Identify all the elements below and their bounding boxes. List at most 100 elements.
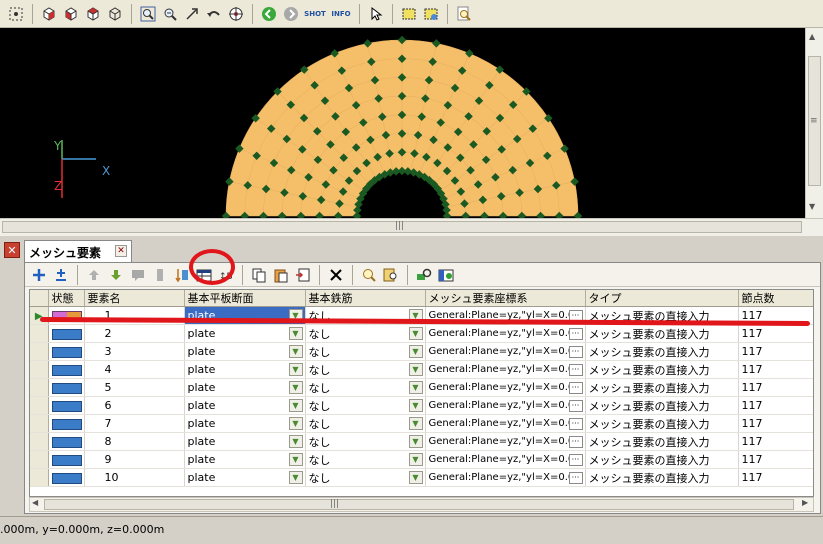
table-row[interactable]: 7 plate ▼ なし ▼ General:Plane=yz,"yl=X=0.0 ··· メ… <box>30 414 813 433</box>
select-all-icon[interactable] <box>6 4 26 24</box>
paste-icon[interactable] <box>271 265 291 285</box>
node-count-cell[interactable]: 117 <box>738 468 813 487</box>
model-viewport[interactable]: Y X Z <box>0 28 805 218</box>
dropdown-arrow-icon[interactable]: ▼ <box>408 399 423 412</box>
rebar-cell[interactable]: なし ▼ <box>305 468 426 487</box>
type-cell[interactable]: メッシュ要素の直接入力 <box>585 468 739 487</box>
select-rect-icon[interactable] <box>399 4 419 24</box>
element-name-cell[interactable]: 9 <box>84 450 185 469</box>
row-header[interactable] <box>30 324 49 343</box>
element-name-cell[interactable]: 6 <box>84 396 185 415</box>
rebar-cell[interactable]: なし ▼ <box>305 432 426 451</box>
section-cell[interactable]: plate ▼ <box>184 324 306 343</box>
more-icon[interactable]: ··· <box>568 399 583 412</box>
element-name-cell[interactable]: 8 <box>84 432 185 451</box>
table-row[interactable]: 5 plate ▼ なし ▼ General:Plane=yz,"yl=X=0.0 ··· メ… <box>30 378 813 397</box>
node-count-cell[interactable]: 117 <box>738 396 813 415</box>
add-icon[interactable] <box>29 265 49 285</box>
grid-icon[interactable] <box>436 265 456 285</box>
row-header[interactable] <box>30 378 49 397</box>
more-icon[interactable]: ··· <box>568 417 583 430</box>
section-cell[interactable]: plate ▼ <box>184 360 306 379</box>
back-icon[interactable] <box>259 4 279 24</box>
rebar-cell[interactable]: なし ▼ <box>305 396 426 415</box>
dropdown-arrow-icon[interactable]: ▼ <box>408 471 423 484</box>
more-icon[interactable]: ··· <box>568 381 583 394</box>
coord-cell[interactable]: General:Plane=yz,"yl=X=0.0 ··· <box>425 324 586 343</box>
node-count-cell[interactable]: 117 <box>738 378 813 397</box>
column-header-type[interactable]: タイプ <box>585 290 739 307</box>
link-icon[interactable] <box>414 265 434 285</box>
zoom-area-icon[interactable] <box>138 4 158 24</box>
dropdown-arrow-icon[interactable]: ▼ <box>408 345 423 358</box>
node-count-cell[interactable]: 117 <box>738 450 813 469</box>
coord-cell[interactable]: General:Plane=yz,"yl=X=0.0 ··· <box>425 450 586 469</box>
rebar-cell[interactable]: なし ▼ <box>305 324 426 343</box>
row-header[interactable] <box>30 396 49 415</box>
node-count-cell[interactable]: 117 <box>738 342 813 361</box>
node-count-cell[interactable]: 117 <box>738 414 813 433</box>
section-cell[interactable]: plate ▼ <box>184 450 306 469</box>
type-cell[interactable]: メッシュ要素の直接入力 <box>585 324 739 343</box>
dropdown-arrow-icon[interactable]: ▼ <box>288 417 303 430</box>
column-header-section[interactable]: 基本平板断面 <box>184 290 306 307</box>
coord-cell[interactable]: General:Plane=yz,"yl=X=0.0 ··· <box>425 468 586 487</box>
element-name-cell[interactable]: 3 <box>84 342 185 361</box>
more-icon[interactable]: ··· <box>568 345 583 358</box>
more-icon[interactable]: ··· <box>568 453 583 466</box>
dropdown-arrow-icon[interactable]: ▼ <box>288 381 303 394</box>
coord-cell[interactable]: General:Plane=yz,"yl=X=0.0 ··· <box>425 360 586 379</box>
row-header[interactable] <box>30 342 49 361</box>
coord-cell[interactable]: General:Plane=yz,"yl=X=0.0 ··· <box>425 414 586 433</box>
section-cell[interactable]: plate ▼ <box>184 414 306 433</box>
element-name-cell[interactable]: 2 <box>84 324 185 343</box>
section-cell[interactable]: plate ▼ <box>184 396 306 415</box>
rebar-cell[interactable]: なし ▼ <box>305 360 426 379</box>
info-icon[interactable]: INFO <box>329 4 353 24</box>
element-name-cell[interactable]: 5 <box>84 378 185 397</box>
table-row[interactable]: 10 plate ▼ なし ▼ General:Plane=yz,"yl=X=0.0 ···… <box>30 468 813 487</box>
comment-icon[interactable] <box>128 265 148 285</box>
row-header[interactable] <box>30 450 49 469</box>
tab-mesh-elements[interactable]: メッシュ要素 ✕ <box>24 240 133 262</box>
element-name-cell[interactable]: 10 <box>84 468 185 487</box>
dropdown-arrow-icon[interactable]: ▼ <box>408 435 423 448</box>
column-header-coord[interactable]: メッシュ要素座標系 <box>425 290 586 307</box>
dropdown-arrow-icon[interactable]: ▼ <box>288 399 303 412</box>
type-cell[interactable]: メッシュ要素の直接入力 <box>585 450 739 469</box>
move-up-icon[interactable] <box>84 265 104 285</box>
dropdown-arrow-icon[interactable]: ▼ <box>288 345 303 358</box>
zoom-out-icon[interactable] <box>160 4 180 24</box>
table-row[interactable]: 3 plate ▼ なし ▼ General:Plane=yz,"yl=X=0.0 ··· メ… <box>30 342 813 361</box>
table-row[interactable]: 6 plate ▼ なし ▼ General:Plane=yz,"yl=X=0.0 ··· メ… <box>30 396 813 415</box>
rebar-cell[interactable]: なし ▼ <box>305 450 426 469</box>
dropdown-arrow-icon[interactable]: ▼ <box>408 417 423 430</box>
node-count-cell[interactable]: 117 <box>738 360 813 379</box>
column-header-rebar[interactable]: 基本鉄筋 <box>305 290 426 307</box>
add-multiple-icon[interactable] <box>51 265 71 285</box>
pointer-icon[interactable] <box>366 4 386 24</box>
more-icon[interactable]: ··· <box>568 363 583 376</box>
section-cell[interactable]: plate ▼ <box>184 432 306 451</box>
more-icon[interactable]: ··· <box>568 435 583 448</box>
type-cell[interactable]: メッシュ要素の直接入力 <box>585 432 739 451</box>
import-icon[interactable] <box>293 265 313 285</box>
rebar-cell[interactable]: なし ▼ <box>305 342 426 361</box>
element-name-cell[interactable]: 7 <box>84 414 185 433</box>
type-cell[interactable]: メッシュ要素の直接入力 <box>585 378 739 397</box>
column-icon[interactable] <box>150 265 170 285</box>
box-side-icon[interactable] <box>83 4 103 24</box>
shot-icon[interactable]: SHOT <box>303 4 327 24</box>
column-header-status[interactable]: 状態 <box>48 290 85 307</box>
row-header[interactable] <box>30 468 49 487</box>
target-icon[interactable] <box>226 4 246 24</box>
row-header[interactable] <box>30 360 49 379</box>
table-row[interactable]: 2 plate ▼ なし ▼ General:Plane=yz,"yl=X=0.0 ··· メ… <box>30 324 813 343</box>
box-view-icon[interactable] <box>39 4 59 24</box>
dropdown-arrow-icon[interactable]: ▼ <box>288 435 303 448</box>
coord-cell[interactable]: General:Plane=yz,"yl=X=0.0 ··· <box>425 432 586 451</box>
coord-cell[interactable]: General:Plane=yz,"yl=X=0.0 ··· <box>425 378 586 397</box>
delete-icon[interactable] <box>326 265 346 285</box>
row-header[interactable] <box>30 432 49 451</box>
find-icon[interactable] <box>381 265 401 285</box>
